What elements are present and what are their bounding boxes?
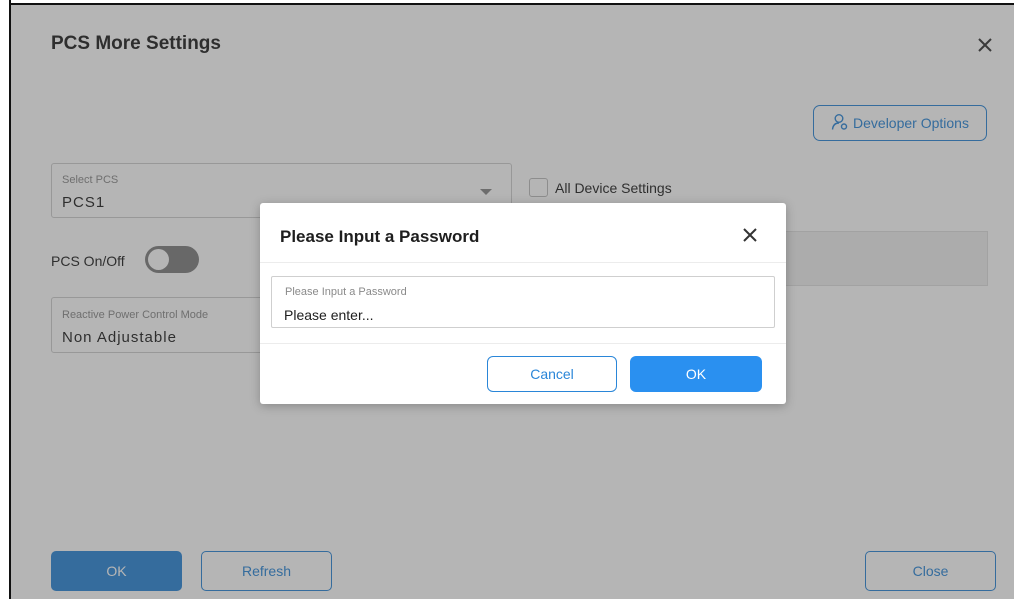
password-field-label: Please Input a Password (285, 286, 407, 298)
dialog-divider (260, 343, 786, 344)
dialog-title: Please Input a Password (280, 227, 480, 246)
dialog-ok-button[interactable]: OK (630, 356, 762, 392)
password-dialog: Please Input a Password Please Input a P… (260, 203, 786, 404)
password-field: Please Input a Password (271, 276, 775, 328)
cancel-button[interactable]: Cancel (487, 356, 617, 392)
close-icon[interactable] (740, 225, 760, 245)
dialog-divider (260, 262, 786, 263)
password-input[interactable] (284, 305, 754, 325)
